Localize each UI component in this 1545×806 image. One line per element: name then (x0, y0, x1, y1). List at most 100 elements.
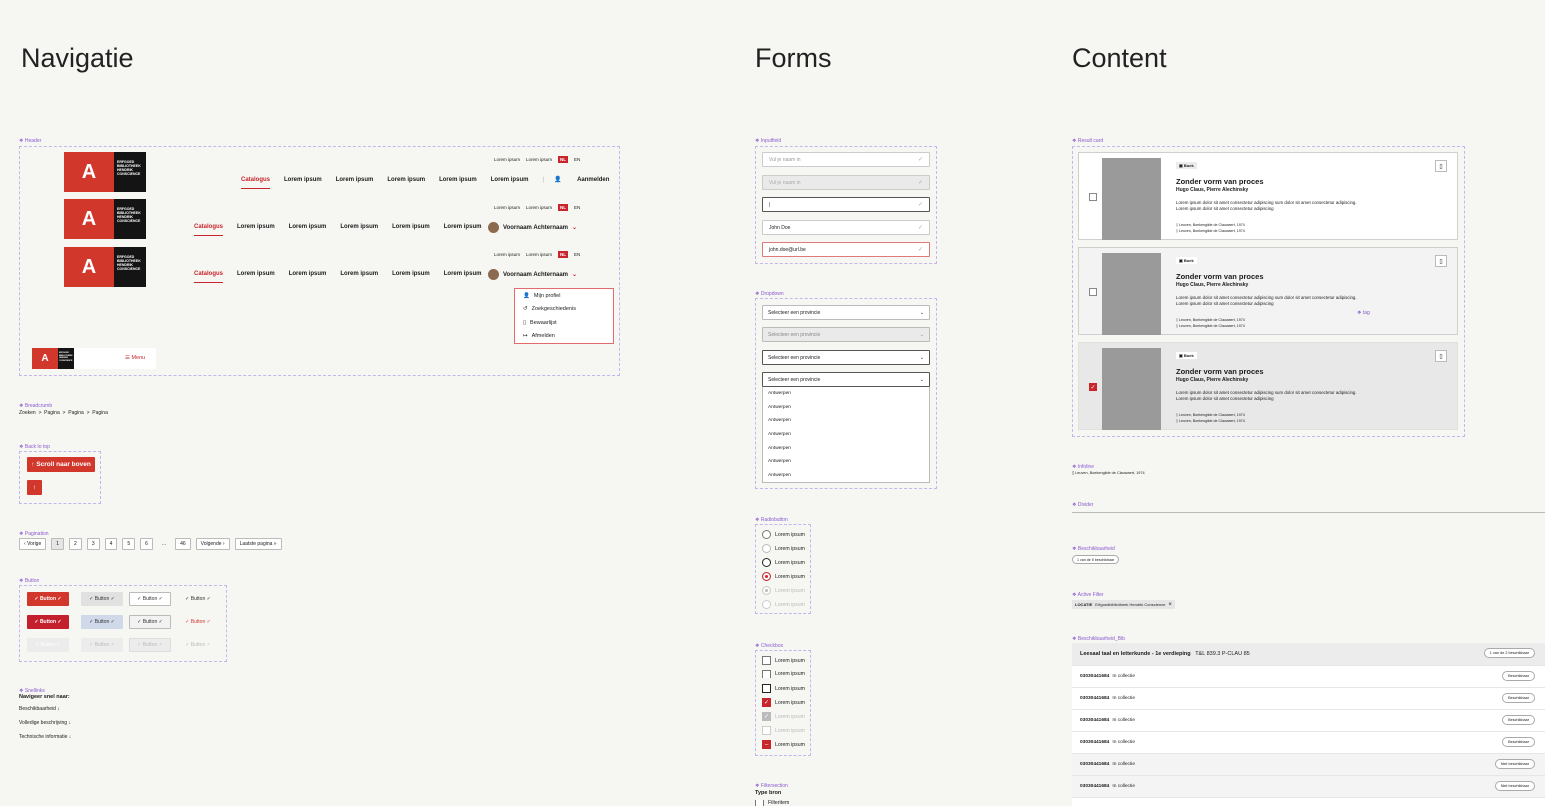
result-title[interactable]: Zonder vorm van proces (1176, 367, 1264, 376)
text-input-focus[interactable]: | ✓ (762, 197, 930, 212)
logo[interactable]: A Erfgoed bibliotheek Hendrik Conscience (64, 152, 146, 192)
dropdown-option[interactable]: Antwerpen (763, 441, 929, 455)
button-text-disabled: ✓ Button ✓ (185, 642, 211, 648)
main-nav: Catalogus Lorem ipsum Lorem ipsum Lorem … (194, 224, 497, 236)
nav-item[interactable]: Lorem ipsum (336, 177, 374, 183)
text-input-error[interactable]: john.doe@url.be ✓ (762, 242, 930, 257)
button-outline[interactable]: ✓ Button ✓ (129, 592, 171, 606)
pagination-prev[interactable]: ‹ Vorige (19, 538, 47, 550)
page-6[interactable]: 6 (140, 538, 153, 550)
result-title[interactable]: Zonder vorm van proces (1176, 177, 1264, 186)
result-card[interactable]: ▣ Boek Zonder vorm van proces Hugo Claus… (1078, 152, 1458, 240)
dropdown-options: Antwerpen Antwerpen Antwerpen Antwerpen … (762, 387, 930, 484)
result-checkbox-checked[interactable]: ✓ (1089, 383, 1097, 391)
text-input-filled[interactable]: John Doe ✓ (762, 220, 930, 235)
radio-option-selected[interactable]: Lorem ipsum (762, 572, 805, 581)
result-description: Lorem ipsum dolor sit amet consectetur a… (1176, 390, 1357, 401)
radio-option[interactable]: Lorem ipsum (762, 530, 805, 539)
nav-item[interactable]: Lorem ipsum (439, 177, 477, 183)
radio-option[interactable]: Lorem ipsum (762, 558, 805, 567)
dropdown-option[interactable]: Antwerpen (763, 414, 929, 428)
button-primary-hover[interactable]: ✓ Button ✓ (27, 615, 69, 629)
dropdown-option[interactable]: Antwerpen (763, 455, 929, 469)
menu-item-bewaarlijst[interactable]: ▯ Bewaarlijst (515, 316, 613, 330)
nav-item[interactable]: Lorem ipsum (387, 177, 425, 183)
page-1[interactable]: 1 (51, 538, 65, 550)
pagination-last[interactable]: Laatste pagina » (234, 538, 282, 550)
dropdown-option[interactable]: Antwerpen (763, 469, 929, 483)
button-outline-hover[interactable]: ✓ Button ✓ (129, 615, 171, 629)
result-location: ▯ Leuven, Boekengilde de Clauwaert, 1974 (1176, 318, 1245, 322)
bookmark-icon[interactable]: ▯ (1435, 350, 1447, 362)
menu-item-profiel[interactable]: 👤 Mijn profiel (515, 289, 613, 303)
menu-item-afmelden[interactable]: ↦ Afmelden (515, 330, 613, 344)
label-checkbox: Checkbox (755, 643, 783, 649)
nav-item[interactable]: Lorem ipsum (284, 177, 322, 183)
page-3[interactable]: 3 (86, 538, 100, 550)
nav-catalogus[interactable]: Catalogus (241, 177, 271, 189)
logo-mobile[interactable]: A Erfgoed bibliotheek Hendrik Conscience (32, 348, 74, 369)
user-icon: 👤 (523, 292, 530, 299)
dropdown-focus[interactable]: Selecteer een provincie ⌄ (762, 350, 930, 365)
checkbox-option-indeterminate[interactable]: – Lorem ipsum (762, 740, 805, 749)
pagination-next[interactable]: Volgende › (195, 538, 230, 550)
page-46[interactable]: 46 (175, 538, 191, 550)
checkbox-option[interactable]: Lorem ipsum (762, 656, 805, 665)
lang-en[interactable]: EN (574, 157, 580, 162)
type-tag: ▣ Boek (1176, 352, 1197, 359)
section-title-content: Content (1072, 43, 1167, 73)
dropdown-option[interactable]: Antwerpen (763, 387, 929, 401)
dropdown[interactable]: Selecteer een provincie ⌄ (762, 305, 930, 320)
lang-nl[interactable]: NL (558, 156, 569, 163)
label-inputfield: Inputfield (755, 138, 781, 144)
label-divider: Divider (1072, 502, 1094, 508)
button-text-hover[interactable]: ✓ Button ✓ (177, 615, 219, 629)
filter-item[interactable]: Filteritem (755, 800, 789, 806)
close-icon[interactable]: × (1168, 602, 1172, 608)
utility-nav: Lorem ipsum Lorem ipsum NL EN (494, 204, 581, 211)
button-secondary-hover[interactable]: ✓ Button ✓ (81, 615, 123, 629)
page-5[interactable]: 5 (122, 538, 136, 550)
page-2[interactable]: 2 (69, 538, 82, 550)
button-secondary[interactable]: ✓ Button ✓ (81, 592, 123, 606)
bib-item-row: 03030441684 In collectie Beschikbaar (1072, 710, 1545, 732)
result-checkbox[interactable] (1089, 193, 1097, 201)
button-primary[interactable]: ✓ Button ✓ (27, 592, 69, 606)
result-card-selected[interactable]: ✓ ▣ Boek Zonder vorm van proces Hugo Cla… (1078, 342, 1458, 430)
user-menu-toggle[interactable]: Voornaam Achternaam ⌄ (488, 269, 577, 280)
active-filter-chip[interactable]: LOCATIE Erfgoedbibliotheek Hendrik Consci… (1072, 600, 1175, 609)
login-button[interactable]: 👤 Aanmelden (554, 176, 623, 183)
bib-item-row: 03030441684 In collectie Beschikbaar (1072, 666, 1545, 688)
checkbox-option[interactable]: Lorem ipsum (762, 684, 805, 693)
checkbox-option-checked[interactable]: ✓ Lorem ipsum (762, 698, 805, 707)
logo[interactable]: A Erfgoed bibliotheek Hendrik Conscience (64, 247, 146, 287)
user-menu-toggle[interactable]: Voornaam Achternaam ⌄ (488, 222, 577, 233)
mobile-menu-button[interactable]: ☰ Menu (125, 355, 145, 361)
bookmark-icon[interactable]: ▯ (1435, 255, 1447, 267)
dropdown-option[interactable]: Antwerpen (763, 428, 929, 442)
dropdown-open[interactable]: Selecteer een provincie ⌄ (762, 372, 930, 387)
radio-option[interactable]: Lorem ipsum (762, 544, 805, 553)
dropdown-option[interactable]: Antwerpen (763, 401, 929, 415)
scroll-to-top-button[interactable]: ↑ Scroll naar boven (27, 457, 95, 472)
logo[interactable]: A Erfgoed bibliotheek Hendrik Conscience (64, 199, 146, 239)
bookmark-icon[interactable]: ▯ (1435, 160, 1447, 172)
label-activefilter: Active Filter (1072, 592, 1104, 598)
snellink[interactable]: Beschikbaarheid ↓ (19, 706, 60, 712)
page-4[interactable]: 4 (104, 538, 118, 550)
snellink[interactable]: Technische informatie ↓ (19, 734, 71, 740)
divider (1072, 512, 1545, 513)
snellink[interactable]: Volledige beschrijving ↓ (19, 720, 71, 726)
availability-badge: 1 van de 5 beschikbaar (1072, 555, 1120, 564)
checkbox-option[interactable]: Lorem ipsum (762, 670, 805, 678)
nav-item[interactable]: Lorem ipsum (491, 177, 529, 183)
scroll-to-top-icon-button[interactable]: ↑ (27, 480, 42, 495)
label-radiobutton: Radiobutton (755, 517, 788, 523)
result-checkbox[interactable] (1089, 288, 1097, 296)
button-text[interactable]: ✓ Button ✓ (177, 592, 219, 606)
text-input[interactable]: Vul je naam in ✓ (762, 152, 930, 167)
result-title[interactable]: Zonder vorm van proces (1176, 272, 1264, 281)
menu-item-zoekgeschiedenis[interactable]: ↺ Zoekgeschiedenis (515, 303, 613, 317)
result-card-hover[interactable]: ▣ Boek Zonder vorm van proces Hugo Claus… (1078, 247, 1458, 335)
radio-option-disabled: Lorem ipsum (762, 586, 805, 595)
